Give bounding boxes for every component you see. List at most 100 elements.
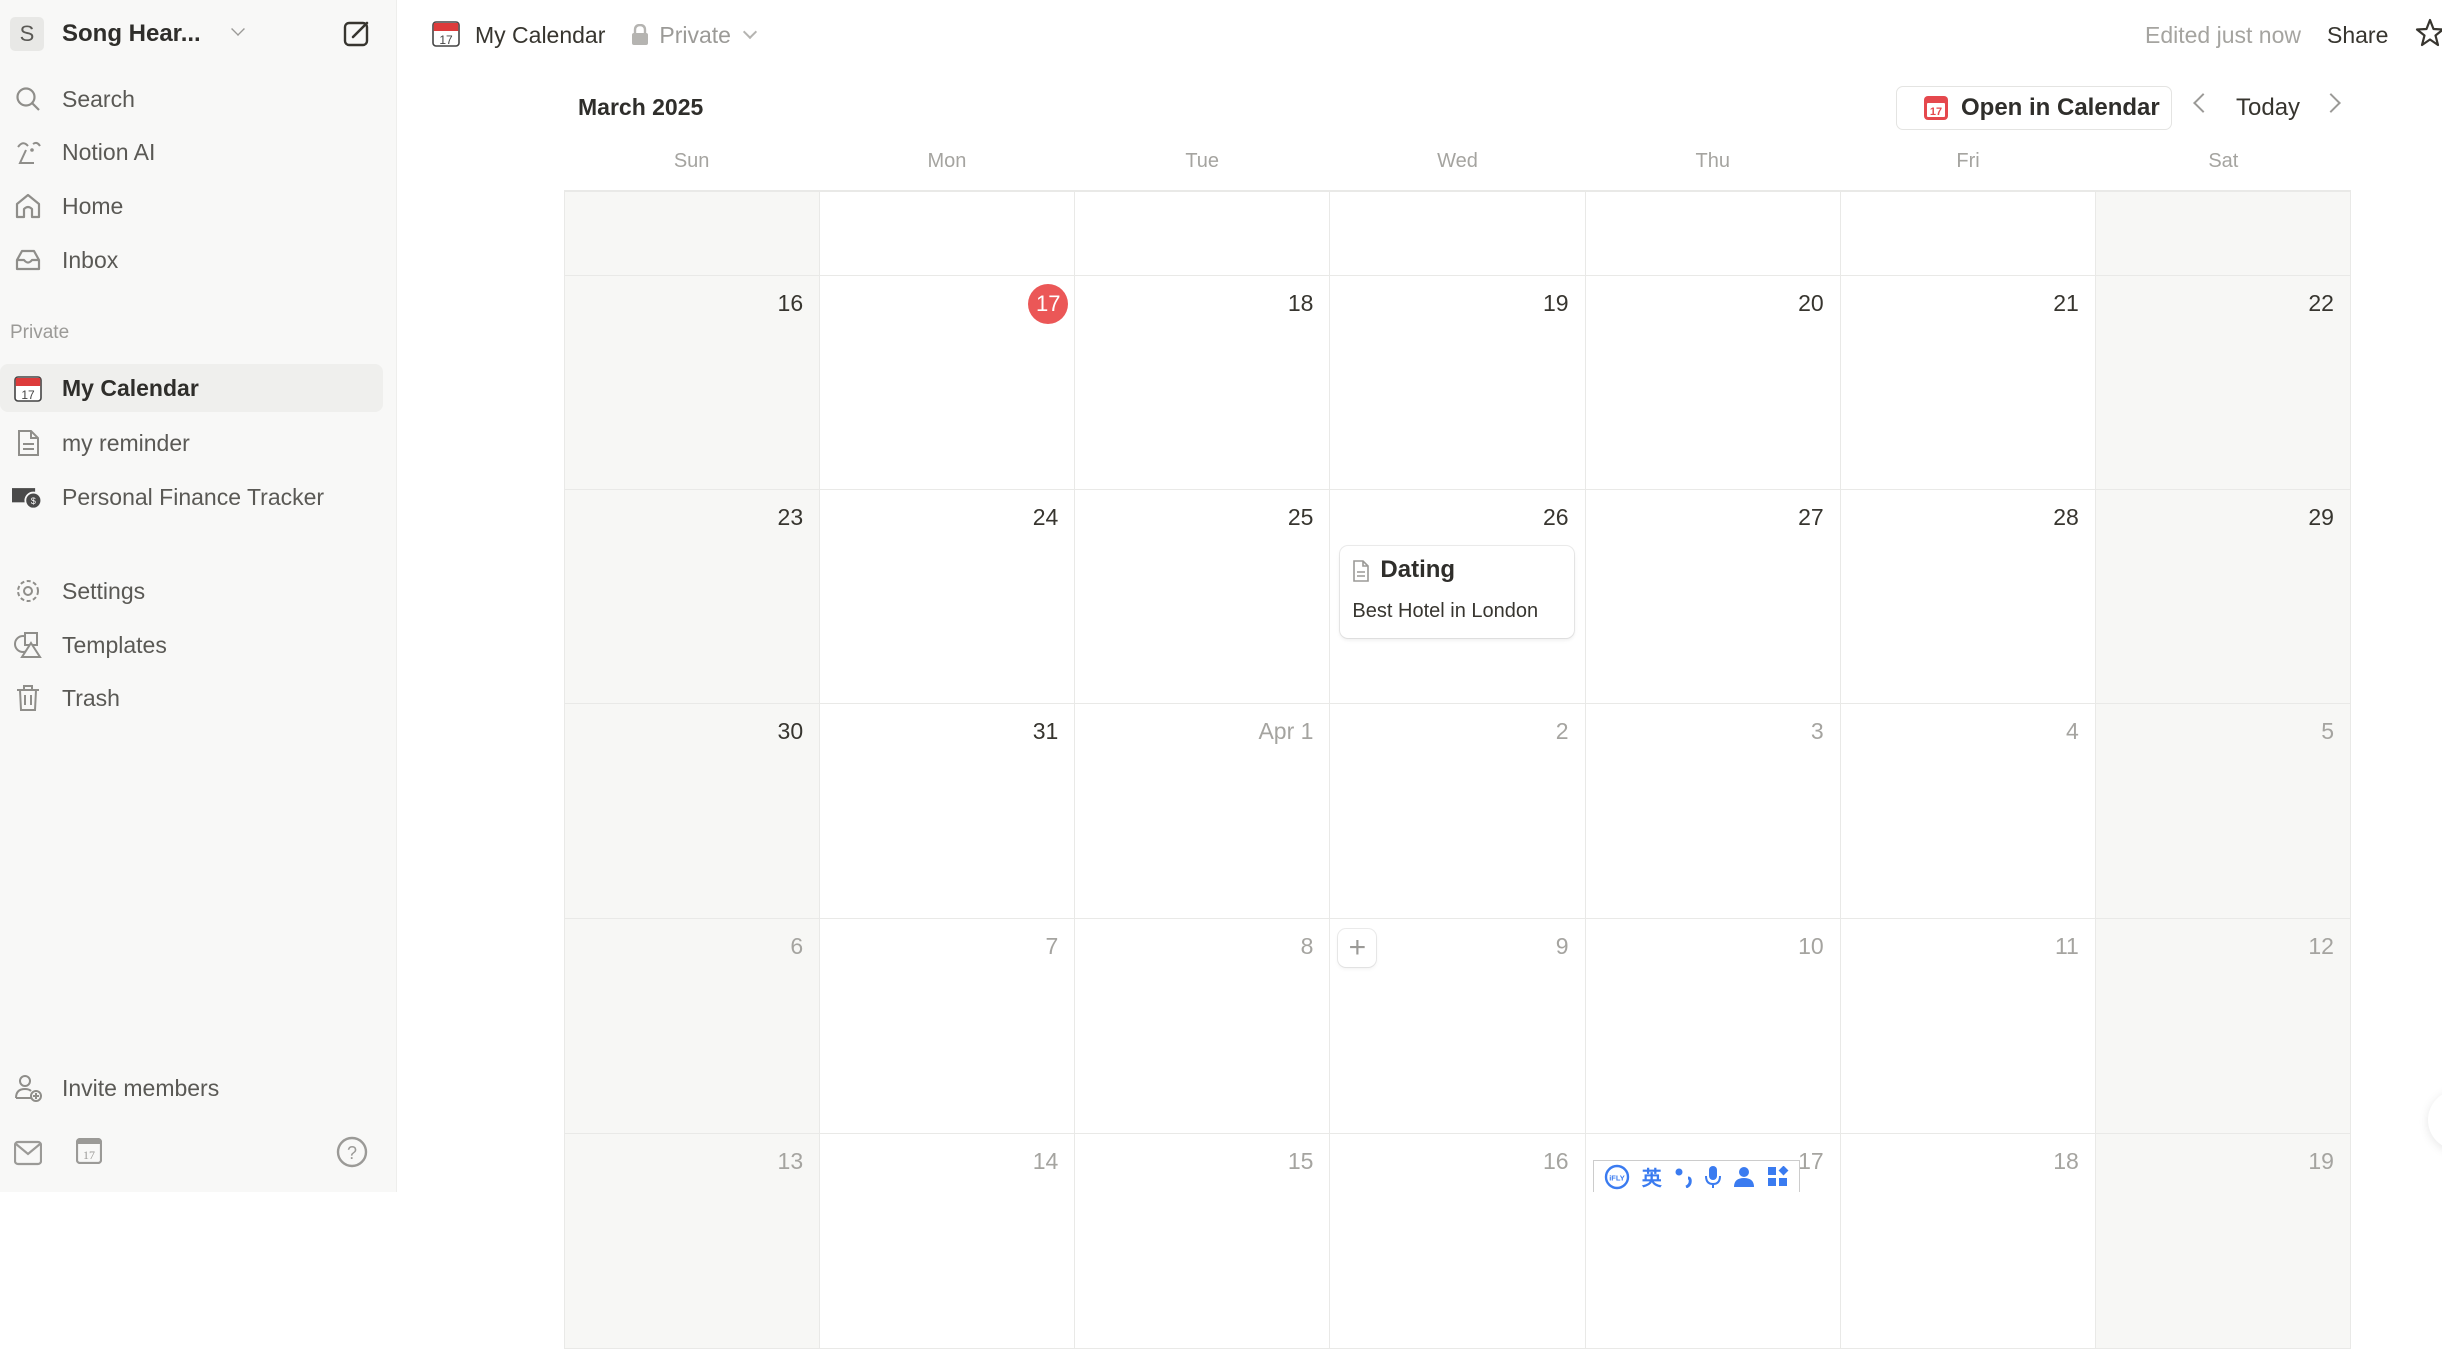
calendar-day-cell[interactable]: 19 [2095, 1134, 2351, 1349]
calendar-day-cell[interactable]: 9 + [1330, 919, 1586, 1134]
sidebar-item-label: Personal Finance Tracker [62, 483, 325, 510]
calendar-emoji-icon[interactable]: 17 [431, 18, 461, 53]
calendar-day-cell[interactable] [2095, 192, 2351, 276]
calendar-day-cell[interactable]: 16 [565, 276, 821, 490]
sidebar-item-label: Notion AI [62, 138, 156, 165]
day-number: 15 [1287, 1148, 1314, 1174]
sidebar-item-my-calendar[interactable]: 17 My Calendar [0, 364, 383, 412]
next-month-button[interactable] [2321, 93, 2341, 113]
sidebar-item-inbox[interactable]: Inbox [0, 236, 383, 284]
today-button[interactable]: Today [2236, 94, 2300, 122]
ifly-logo-icon[interactable]: iFLY [1604, 1164, 1630, 1190]
calendar-day-cell[interactable]: 6 [565, 919, 821, 1134]
calendar-grid: 16 17 18 19 20 21 22 23 24 25 26 Dating Best Hotel i… [564, 190, 2351, 1349]
help-icon[interactable]: ? [336, 1136, 368, 1168]
share-button[interactable]: Share [2327, 22, 2388, 49]
ime-toolbar: iFLY 英 [1593, 1160, 1800, 1192]
day-number: 14 [1032, 1148, 1059, 1174]
chevron-down-icon [230, 22, 245, 36]
calendar-day-cell[interactable]: 11 [1840, 919, 2096, 1134]
calendar-icon[interactable]: 17 [76, 1138, 102, 1164]
day-number: Apr 1 [1258, 718, 1314, 744]
calendar-day-cell[interactable]: 26 Dating Best Hotel in London [1330, 490, 1586, 704]
calendar-day-cell[interactable] [1075, 192, 1331, 276]
calendar-day-cell[interactable]: 2 [1330, 704, 1586, 919]
page-title[interactable]: My Calendar [475, 22, 605, 49]
ime-language-toggle[interactable]: 英 [1642, 1162, 1662, 1191]
calendar-day-cell[interactable]: 20 [1585, 276, 1841, 490]
favorite-star-icon[interactable] [2415, 18, 2442, 48]
calendar-day-cell[interactable]: 15 [1075, 1134, 1331, 1349]
sidebar-item-label: My Calendar [62, 374, 199, 401]
calendar-day-cell[interactable]: 8 [1075, 919, 1331, 1134]
calendar-day-cell[interactable]: 22 [2095, 276, 2351, 490]
calendar-day-cell[interactable]: 19 [1330, 276, 1586, 490]
sidebar-item-templates[interactable]: Templates [0, 621, 383, 669]
calendar-day-cell[interactable]: 7 [820, 919, 1076, 1134]
calendar-day-cell[interactable]: 14 [820, 1134, 1076, 1349]
calendar-day-cell[interactable]: 29 [2095, 490, 2351, 704]
calendar-day-cell[interactable]: 5 [2095, 704, 2351, 919]
sidebar-item-my-reminder[interactable]: my reminder [0, 419, 383, 467]
calendar-day-cell[interactable] [1585, 192, 1841, 276]
user-icon[interactable] [1733, 1166, 1755, 1188]
sidebar-item-trash[interactable]: Trash [0, 674, 383, 722]
calendar-day-cell[interactable]: 23 [565, 490, 821, 704]
privacy-dropdown[interactable]: Private [631, 21, 758, 49]
day-number: 22 [2308, 290, 2334, 316]
svg-text:?: ? [347, 1143, 357, 1163]
notion-ai-icon [12, 136, 44, 168]
privacy-label: Private [659, 21, 731, 48]
sidebar-item-label: Settings [62, 577, 146, 604]
punctuation-icon[interactable] [1674, 1166, 1694, 1188]
sidebar-footer: 17 ? [0, 1136, 397, 1176]
calendar-day-cell[interactable]: 27 [1585, 490, 1841, 704]
new-page-icon[interactable] [342, 18, 372, 48]
add-event-button[interactable]: + [1338, 929, 1377, 967]
calendar-day-cell[interactable]: 17 [820, 276, 1076, 490]
weekday-label: Sun [673, 150, 710, 172]
calendar-day-cell[interactable]: 30 [565, 704, 821, 919]
weekday-header: Sun Mon Tue Wed Thu Fri Sat [564, 150, 2351, 182]
open-in-calendar-button[interactable]: 17 Open in Calendar [1896, 86, 2172, 130]
apps-grid-icon[interactable] [1767, 1165, 1789, 1188]
sidebar-item-settings[interactable]: Settings [0, 567, 383, 615]
invite-members-button[interactable]: Invite members [0, 1064, 383, 1112]
microphone-icon[interactable] [1705, 1165, 1722, 1189]
calendar-day-cell[interactable]: 10 [1585, 919, 1841, 1134]
calendar-day-cell[interactable]: 13 [565, 1134, 821, 1349]
day-number: 7 [1045, 933, 1059, 959]
day-number: 8 [1300, 933, 1314, 959]
calendar-day-cell[interactable]: 12 [2095, 919, 2351, 1134]
calendar-day-cell[interactable] [820, 192, 1076, 276]
svg-text:17: 17 [83, 1148, 95, 1162]
sidebar-item-notion-ai[interactable]: Notion AI [0, 128, 383, 176]
calendar-day-cell[interactable]: 31 [820, 704, 1076, 919]
calendar-day-cell[interactable]: 21 [1840, 276, 2096, 490]
calendar-day-cell[interactable]: 18 [1840, 1134, 2096, 1349]
mail-icon[interactable] [14, 1140, 42, 1166]
sidebar-item-search[interactable]: Search [0, 75, 383, 123]
day-number: 2 [1555, 718, 1569, 744]
floating-help-button[interactable] [2428, 1090, 2442, 1150]
calendar-app-icon: 17 [1924, 96, 1948, 120]
calendar-day-cell[interactable]: 18 [1075, 276, 1331, 490]
calendar-day-cell[interactable]: 3 [1585, 704, 1841, 919]
sidebar-item-home[interactable]: Home [0, 182, 383, 230]
calendar-day-cell[interactable]: 24 [820, 490, 1076, 704]
previous-month-button[interactable] [2193, 93, 2213, 113]
calendar-day-cell[interactable]: 25 [1075, 490, 1331, 704]
calendar-day-cell[interactable]: 28 [1840, 490, 2096, 704]
sidebar-item-personal-finance-tracker[interactable]: $ Personal Finance Tracker [0, 473, 383, 521]
calendar-day-cell[interactable]: 16 [1330, 1134, 1586, 1349]
workspace-switcher[interactable]: S Song Hear... [10, 16, 245, 52]
calendar-day-cell[interactable]: Apr 1 [1075, 704, 1331, 919]
calendar-day-cell[interactable]: 4 [1840, 704, 2096, 919]
calendar-emoji-icon: 17 [12, 372, 44, 404]
section-label-private[interactable]: Private [10, 322, 69, 344]
event-card[interactable]: Dating Best Hotel in London [1340, 546, 1575, 638]
calendar-day-cell[interactable] [1840, 192, 2096, 276]
calendar-day-cell[interactable] [565, 192, 821, 276]
day-number: 10 [1798, 933, 1824, 959]
calendar-day-cell[interactable] [1330, 192, 1586, 276]
